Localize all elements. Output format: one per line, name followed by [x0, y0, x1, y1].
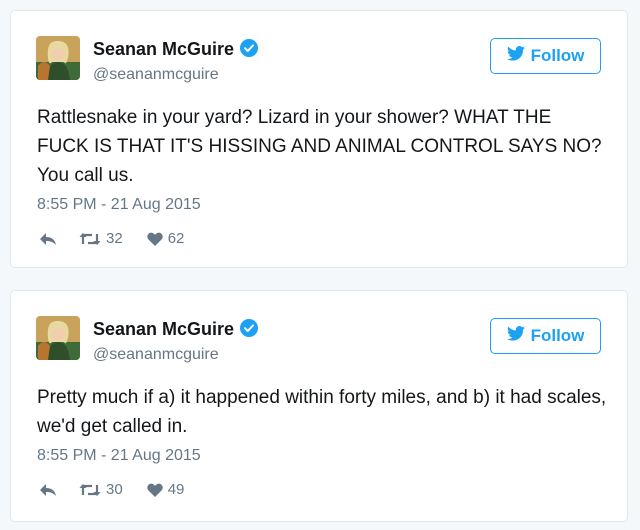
retweet-count: 30: [106, 481, 123, 498]
author-name[interactable]: Seanan McGuire: [93, 319, 259, 342]
follow-button[interactable]: Follow: [490, 318, 601, 354]
verified-badge-icon: [240, 39, 259, 62]
verified-badge-icon: [240, 319, 259, 342]
author-handle[interactable]: @seananmcguire: [93, 66, 219, 84]
tweet-timestamp[interactable]: 8:55 PM - 21 Aug 2015: [37, 196, 201, 214]
retweet-icon: [79, 483, 101, 497]
heart-icon: [146, 483, 163, 497]
tweet-card: Seanan McGuire @seananmcguire Follow Rat…: [10, 10, 628, 268]
like-button[interactable]: 62: [146, 230, 185, 247]
tweet-timestamp[interactable]: 8:55 PM - 21 Aug 2015: [37, 447, 201, 465]
author-name-text: Seanan McGuire: [93, 39, 235, 59]
tweet-actions: 32 62: [39, 230, 184, 247]
like-count: 49: [167, 481, 185, 498]
reply-icon: [39, 483, 57, 497]
retweet-count: 32: [106, 230, 123, 247]
author-name[interactable]: Seanan McGuire: [93, 39, 259, 62]
heart-icon: [146, 232, 163, 246]
avatar[interactable]: [36, 36, 80, 80]
tweet-card: Seanan McGuire @seananmcguire Follow Pre…: [10, 290, 628, 522]
twitter-bird-icon: [506, 326, 525, 346]
tweet-text: Rattlesnake in your yard? Lizard in your…: [37, 107, 602, 186]
follow-label: Follow: [530, 46, 585, 65]
tweet-actions: 30 49: [39, 481, 184, 498]
author-name-text: Seanan McGuire: [93, 319, 235, 339]
follow-label: Follow: [530, 326, 585, 345]
retweet-icon: [79, 232, 101, 246]
retweet-button[interactable]: 30: [79, 481, 123, 498]
author-handle[interactable]: @seananmcguire: [93, 346, 219, 364]
tweet-text: Pretty much if a) it happened within for…: [37, 387, 607, 437]
follow-button[interactable]: Follow: [490, 38, 601, 74]
reply-button[interactable]: [39, 483, 57, 497]
avatar[interactable]: [36, 316, 80, 360]
retweet-button[interactable]: 32: [79, 230, 123, 247]
twitter-bird-icon: [506, 46, 525, 66]
like-count: 62: [167, 230, 185, 247]
reply-icon: [39, 232, 57, 246]
reply-button[interactable]: [39, 232, 57, 246]
like-button[interactable]: 49: [146, 481, 185, 498]
